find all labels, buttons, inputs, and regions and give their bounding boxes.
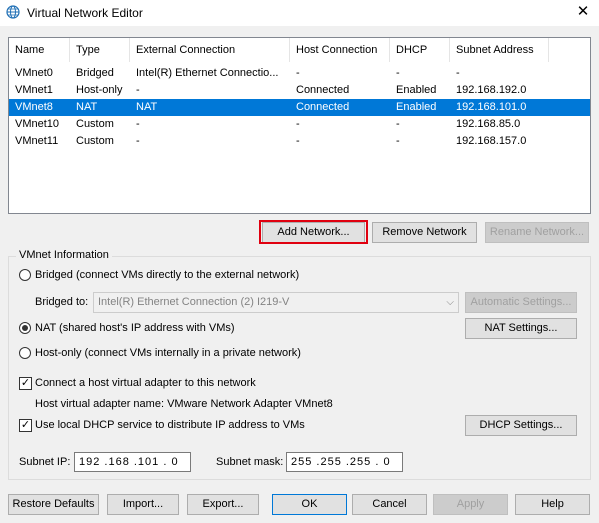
table-row-vmnet0[interactable]: VMnet0 Bridged Intel(R) Ethernet Connect… [9, 65, 590, 82]
cell-host: Connected [296, 84, 350, 96]
vmnet-information-group [8, 256, 591, 480]
cancel-button[interactable]: Cancel [352, 494, 427, 515]
table-row-vmnet8[interactable]: VMnet8 NAT NAT Connected Enabled 192.168… [9, 99, 590, 116]
column-header-host-connection[interactable]: Host Connection [290, 38, 390, 62]
export-button[interactable]: Export... [187, 494, 259, 515]
cell-dhcp: Enabled [396, 101, 437, 113]
cell-host: Connected [296, 101, 350, 113]
cell-subnet: 192.168.101.0 [456, 101, 527, 113]
automatic-settings-button[interactable]: Automatic Settings... [465, 292, 577, 313]
window-title: Virtual Network Editor [27, 6, 143, 20]
column-header-dhcp[interactable]: DHCP [390, 38, 450, 62]
cell-dhcp: - [396, 135, 400, 147]
cell-subnet: 192.168.85.0 [456, 118, 521, 130]
cell-subnet: 192.168.157.0 [456, 135, 527, 147]
subnet-mask-label: Subnet mask: [216, 456, 284, 468]
cell-dhcp: Enabled [396, 84, 437, 96]
bridged-radio[interactable] [19, 269, 31, 281]
import-button[interactable]: Import... [107, 494, 179, 515]
cell-name: VMnet11 [15, 135, 59, 147]
dhcp-label[interactable]: Use local DHCP service to distribute IP … [35, 418, 305, 432]
close-icon[interactable]: ✕ [570, 1, 596, 23]
cell-type: NAT [76, 101, 98, 113]
column-header-name[interactable]: Name [9, 38, 70, 62]
nat-label[interactable]: NAT (shared host's IP address with VMs) [35, 321, 235, 335]
cell-type: Bridged [76, 67, 114, 79]
cell-type: Custom [76, 135, 114, 147]
bridged-to-select[interactable]: Intel(R) Ethernet Connection (2) I219-V … [93, 292, 459, 313]
dhcp-checkbox[interactable]: ✓ [19, 419, 32, 432]
ok-button[interactable]: OK [272, 494, 347, 515]
host-only-radio[interactable] [19, 347, 31, 359]
connect-adapter-checkbox[interactable]: ✓ [19, 377, 32, 390]
cell-name: VMnet10 [15, 118, 60, 130]
cell-host: - [296, 67, 300, 79]
cell-external: NAT [136, 101, 158, 113]
list-header: Name Type External Connection Host Conne… [9, 38, 590, 62]
cell-dhcp: - [396, 67, 400, 79]
cell-type: Host-only [76, 84, 123, 96]
restore-defaults-button[interactable]: Restore Defaults [8, 494, 99, 515]
bridged-to-value: Intel(R) Ethernet Connection (2) I219-V [98, 296, 290, 308]
cell-name: VMnet1 [15, 84, 53, 96]
subnet-ip-label: Subnet IP: [19, 456, 71, 468]
table-row-vmnet11[interactable]: VMnet11 Custom - - - 192.168.157.0 [9, 133, 590, 150]
cell-dhcp: - [396, 118, 400, 130]
cell-external: - [136, 118, 140, 130]
table-row-vmnet1[interactable]: VMnet1 Host-only - Connected Enabled 192… [9, 82, 590, 99]
adapter-name-text: Host virtual adapter name: VMware Networ… [35, 398, 333, 410]
subnet-mask-field[interactable]: 255 .255 .255 . 0 [286, 452, 403, 472]
subnet-ip-field[interactable]: 192 .168 .101 . 0 [74, 452, 191, 472]
cell-subnet: - [456, 67, 460, 79]
cell-name: VMnet8 [15, 101, 53, 113]
cell-host: - [296, 135, 300, 147]
table-row-vmnet10[interactable]: VMnet10 Custom - - - 192.168.85.0 [9, 116, 590, 133]
network-list[interactable]: Name Type External Connection Host Conne… [8, 37, 591, 214]
rename-network-button[interactable]: Rename Network... [485, 222, 589, 243]
dhcp-settings-button[interactable]: DHCP Settings... [465, 415, 577, 436]
bridged-label[interactable]: Bridged (connect VMs directly to the ext… [35, 268, 299, 282]
group-legend: VMnet Information [16, 249, 112, 261]
bridged-to-label: Bridged to: [35, 296, 89, 308]
column-header-type[interactable]: Type [70, 38, 130, 62]
host-only-label[interactable]: Host-only (connect VMs internally in a p… [35, 346, 301, 360]
cell-host: - [296, 118, 300, 130]
nat-radio[interactable] [19, 322, 31, 334]
cell-type: Custom [76, 118, 114, 130]
cell-external: - [136, 135, 140, 147]
column-header-external-connection[interactable]: External Connection [130, 38, 290, 62]
cell-external: Intel(R) Ethernet Connectio... [136, 67, 279, 79]
chevron-down-icon: ⌵ [446, 297, 454, 308]
cell-external: - [136, 84, 140, 96]
globe-icon [6, 5, 20, 19]
cell-name: VMnet0 [15, 67, 53, 79]
nat-settings-button[interactable]: NAT Settings... [465, 318, 577, 339]
cell-subnet: 192.168.192.0 [456, 84, 527, 96]
help-button[interactable]: Help [515, 494, 590, 515]
column-header-subnet-address[interactable]: Subnet Address [450, 38, 549, 62]
connect-adapter-label[interactable]: Connect a host virtual adapter to this n… [35, 376, 256, 390]
highlight-annotation [259, 220, 368, 244]
apply-button[interactable]: Apply [433, 494, 508, 515]
remove-network-button[interactable]: Remove Network [372, 222, 477, 243]
